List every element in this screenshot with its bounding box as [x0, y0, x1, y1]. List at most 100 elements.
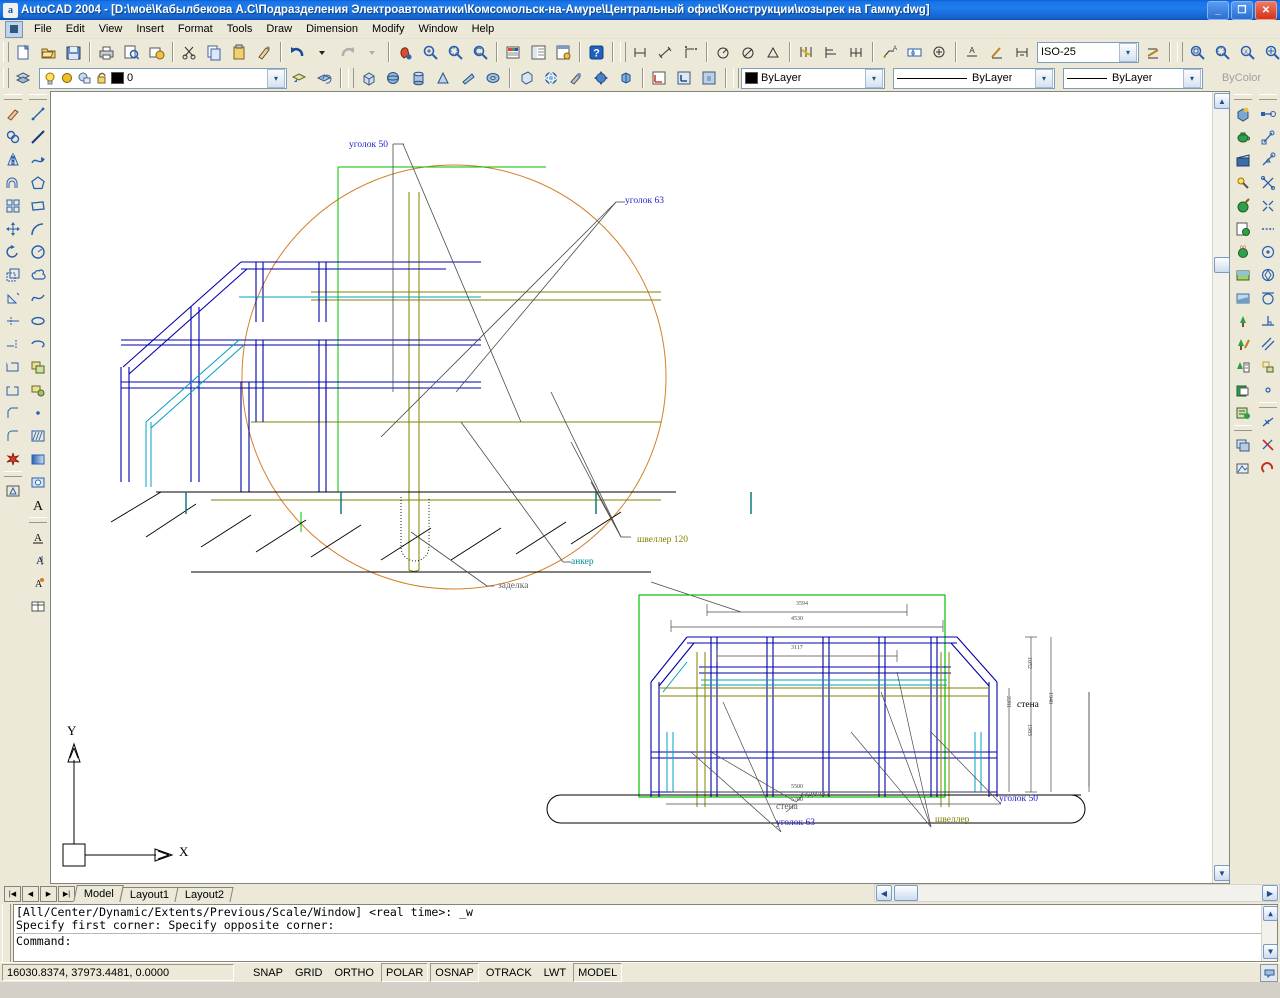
status-toggle-polar[interactable]: POLAR	[381, 963, 428, 982]
attribute-define-button[interactable]: A	[26, 571, 50, 594]
tab-next-button[interactable]: ▶	[40, 886, 57, 902]
coordinate-display[interactable]: 16030.8374, 37973.4481, 0.0000	[2, 964, 234, 981]
new-button[interactable]	[11, 40, 36, 64]
menu-insert[interactable]: Insert	[129, 22, 171, 36]
point-button[interactable]	[26, 401, 50, 424]
zoom-window-button[interactable]	[443, 40, 468, 64]
toolbar-grip[interactable]	[348, 68, 354, 88]
text-style-button[interactable]: A	[26, 525, 50, 548]
break-at-point-button[interactable]	[1, 355, 25, 378]
polygon-button[interactable]	[26, 171, 50, 194]
snap-extension-button[interactable]	[1256, 217, 1280, 240]
toolbar-grip[interactable]	[1234, 94, 1252, 100]
region-button[interactable]	[26, 470, 50, 493]
flat-shaded-button[interactable]	[431, 66, 456, 90]
flat-shaded-edges-on-button[interactable]	[481, 66, 506, 90]
landscape-library-button[interactable]	[1231, 355, 1255, 378]
canvas-vertical-scrollbar[interactable]: ▲ ▼	[1212, 92, 1229, 883]
break-button[interactable]	[1, 378, 25, 401]
redo-dropdown[interactable]	[360, 40, 385, 64]
snap-apparent-intersection-button[interactable]	[1256, 194, 1280, 217]
menu-tools[interactable]: Tools	[220, 22, 260, 36]
toolbar-grip[interactable]	[1259, 402, 1277, 408]
offset-button[interactable]	[1, 171, 25, 194]
open-button[interactable]	[36, 40, 61, 64]
scroll-up-button[interactable]: ▲	[1214, 93, 1230, 109]
toolbar-grip[interactable]	[620, 42, 626, 62]
snap-node-button[interactable]	[1256, 378, 1280, 401]
quick-leader-button[interactable]: A	[877, 40, 902, 64]
document-menu-icon[interactable]	[5, 21, 23, 38]
lights-button[interactable]	[1231, 171, 1255, 194]
ucs-button[interactable]	[647, 66, 672, 90]
color-control[interactable]: ByLayer ▾	[741, 68, 885, 89]
angular-dimension-button[interactable]	[761, 40, 786, 64]
plot-button[interactable]	[94, 40, 119, 64]
materials-button[interactable]	[1231, 194, 1255, 217]
center-mark-button[interactable]	[927, 40, 952, 64]
redo-button[interactable]	[335, 40, 360, 64]
minimize-button[interactable]: _	[1207, 1, 1229, 20]
chevron-down-icon[interactable]: ▾	[1183, 69, 1201, 88]
scroll-left-button[interactable]: ◀	[876, 885, 892, 901]
undo-button[interactable]	[285, 40, 310, 64]
toolbar-grip[interactable]	[29, 94, 47, 100]
gradient-button[interactable]	[26, 447, 50, 470]
tab-first-button[interactable]: |◀	[4, 886, 21, 902]
aligned-dimension-button[interactable]	[653, 40, 678, 64]
scale-button[interactable]	[1, 263, 25, 286]
chevron-down-icon[interactable]: ▾	[267, 69, 285, 88]
mirror-button[interactable]	[1, 148, 25, 171]
dimension-update-button[interactable]	[1010, 40, 1035, 64]
pan-realtime-button[interactable]	[393, 40, 418, 64]
ucs-ii-button[interactable]: II	[697, 66, 722, 90]
help-button[interactable]: ?	[584, 40, 609, 64]
toolbar-grip[interactable]	[29, 517, 47, 523]
status-toggle-grid[interactable]: GRID	[290, 963, 328, 982]
save-button[interactable]	[61, 40, 86, 64]
snap-parallel-button[interactable]	[1256, 332, 1280, 355]
match-properties-button[interactable]	[252, 40, 277, 64]
3d-views-button[interactable]	[614, 66, 639, 90]
render-preferences-button[interactable]	[1231, 378, 1255, 401]
radius-dimension-button[interactable]	[711, 40, 736, 64]
camera-button[interactable]	[564, 66, 589, 90]
scenes-clapper-button[interactable]	[1231, 148, 1255, 171]
command-prompt[interactable]: Command:	[16, 935, 1275, 948]
ellipse-button[interactable]	[26, 309, 50, 332]
move-button[interactable]	[1, 217, 25, 240]
menu-modify[interactable]: Modify	[365, 22, 411, 36]
named-views-button[interactable]	[514, 66, 539, 90]
trim-button[interactable]	[1, 309, 25, 332]
3d-pan-button[interactable]	[589, 66, 614, 90]
rotate-button[interactable]	[1, 240, 25, 263]
snap-perpendicular-button[interactable]	[1256, 309, 1280, 332]
materials-library-button[interactable]	[1231, 217, 1255, 240]
drawing-canvas-container[interactable]: уголок 50 уголок 63 швеллер 120 анкер за…	[50, 91, 1230, 884]
command-scrollbar[interactable]: ▲ ▼	[1261, 905, 1277, 961]
snap-midpoint-button[interactable]	[1256, 148, 1280, 171]
tab-prev-button[interactable]: ◀	[22, 886, 39, 902]
dimension-edit-button[interactable]: A	[960, 40, 985, 64]
menu-help[interactable]: Help	[465, 22, 502, 36]
snap-center-button[interactable]	[1256, 240, 1280, 263]
status-toggle-snap[interactable]: SNAP	[248, 963, 288, 982]
circle-button[interactable]	[26, 240, 50, 263]
table-style-button[interactable]	[26, 594, 50, 617]
2d-wireframe-button[interactable]	[356, 66, 381, 90]
horizontal-scroll-thumb[interactable]	[894, 885, 918, 901]
snap-none-button[interactable]	[1256, 433, 1280, 456]
construction-line-button[interactable]	[26, 125, 50, 148]
publish-button[interactable]	[144, 40, 169, 64]
command-history[interactable]: [All/Center/Dynamic/Extents/Previous/Sca…	[13, 904, 1278, 962]
chevron-down-icon[interactable]: ▾	[865, 69, 883, 88]
menu-file[interactable]: File	[27, 22, 59, 36]
status-toggle-otrack[interactable]: OTRACK	[481, 963, 537, 982]
close-button[interactable]: ✕	[1255, 1, 1277, 20]
status-toggle-model[interactable]: MODEL	[573, 963, 622, 982]
multiline-text-button[interactable]: A	[26, 493, 50, 516]
display-ucs-button[interactable]	[672, 66, 697, 90]
quick-dimension-button[interactable]	[794, 40, 819, 64]
command-scroll-down-button[interactable]: ▼	[1263, 944, 1278, 959]
menu-window[interactable]: Window	[411, 22, 464, 36]
